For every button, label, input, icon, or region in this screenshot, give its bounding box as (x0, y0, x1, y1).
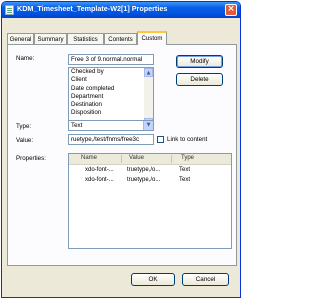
tab-summary[interactable]: Summary (34, 33, 67, 44)
column-type-header[interactable]: Type (181, 155, 194, 161)
properties-label: Properties: (16, 155, 46, 162)
tab-custom[interactable]: Custom (137, 31, 167, 45)
modify-button[interactable]: Modify (176, 55, 223, 68)
list-item[interactable]: Disposition (69, 109, 153, 117)
window-title: KDM_Timesheet_Template-W2[1] Properties (17, 4, 168, 13)
row-type: Text (179, 167, 191, 173)
type-value: Text (71, 122, 83, 129)
name-list[interactable]: Checked by Client Date completed Departm… (68, 67, 154, 128)
custom-tab-panel: Name: Free 3 of 9.normal.normal Checked … (7, 44, 237, 266)
value-input[interactable]: ruetype,/test/fnms/free3c (68, 134, 154, 145)
name-label: Name: (16, 55, 35, 62)
list-scrollbar[interactable]: ▲ ▼ (144, 68, 153, 127)
type-select[interactable]: Text ▼ (68, 120, 154, 131)
properties-table: Name Value Type xdo-font-... truetype,/o… (68, 153, 232, 249)
scroll-up-icon[interactable]: ▲ (144, 68, 153, 77)
ok-button[interactable]: OK (131, 273, 175, 286)
delete-button[interactable]: Delete (176, 73, 223, 86)
type-label: Type: (16, 123, 32, 130)
list-item[interactable]: Destination (69, 101, 153, 109)
value-label: Value: (16, 137, 34, 144)
column-name-header[interactable]: Name (81, 155, 97, 161)
close-button[interactable]: × (225, 4, 237, 16)
table-header: Name Value Type (69, 154, 231, 165)
title-bar[interactable]: KDM_Timesheet_Template-W2[1] Properties … (2, 2, 240, 18)
tab-statistics[interactable]: Statistics (67, 33, 104, 44)
name-input[interactable]: Free 3 of 9.normal.normal (68, 54, 154, 65)
list-item[interactable]: Date completed (69, 85, 153, 93)
tab-contents[interactable]: Contents (104, 33, 137, 44)
chevron-down-icon[interactable]: ▼ (143, 121, 153, 130)
list-item[interactable]: Checked by (69, 68, 153, 76)
row-name: xdo-font-... (85, 177, 114, 183)
tab-general[interactable]: General (7, 33, 34, 44)
cancel-button[interactable]: Cancel (182, 273, 229, 286)
document-icon (5, 5, 14, 15)
row-value: truetype,/o... (127, 177, 161, 183)
list-item[interactable]: Department (69, 93, 153, 101)
column-value-header[interactable]: Value (129, 155, 144, 161)
list-item[interactable]: Client (69, 76, 153, 84)
row-name: xdo-font-... (85, 167, 114, 173)
row-value: truetype,/o... (127, 167, 161, 173)
properties-dialog: KDM_Timesheet_Template-W2[1] Properties … (1, 1, 241, 298)
link-to-content-checkbox[interactable] (157, 136, 164, 143)
row-type: Text (179, 177, 191, 183)
link-to-content-label: Link to content (167, 136, 208, 143)
